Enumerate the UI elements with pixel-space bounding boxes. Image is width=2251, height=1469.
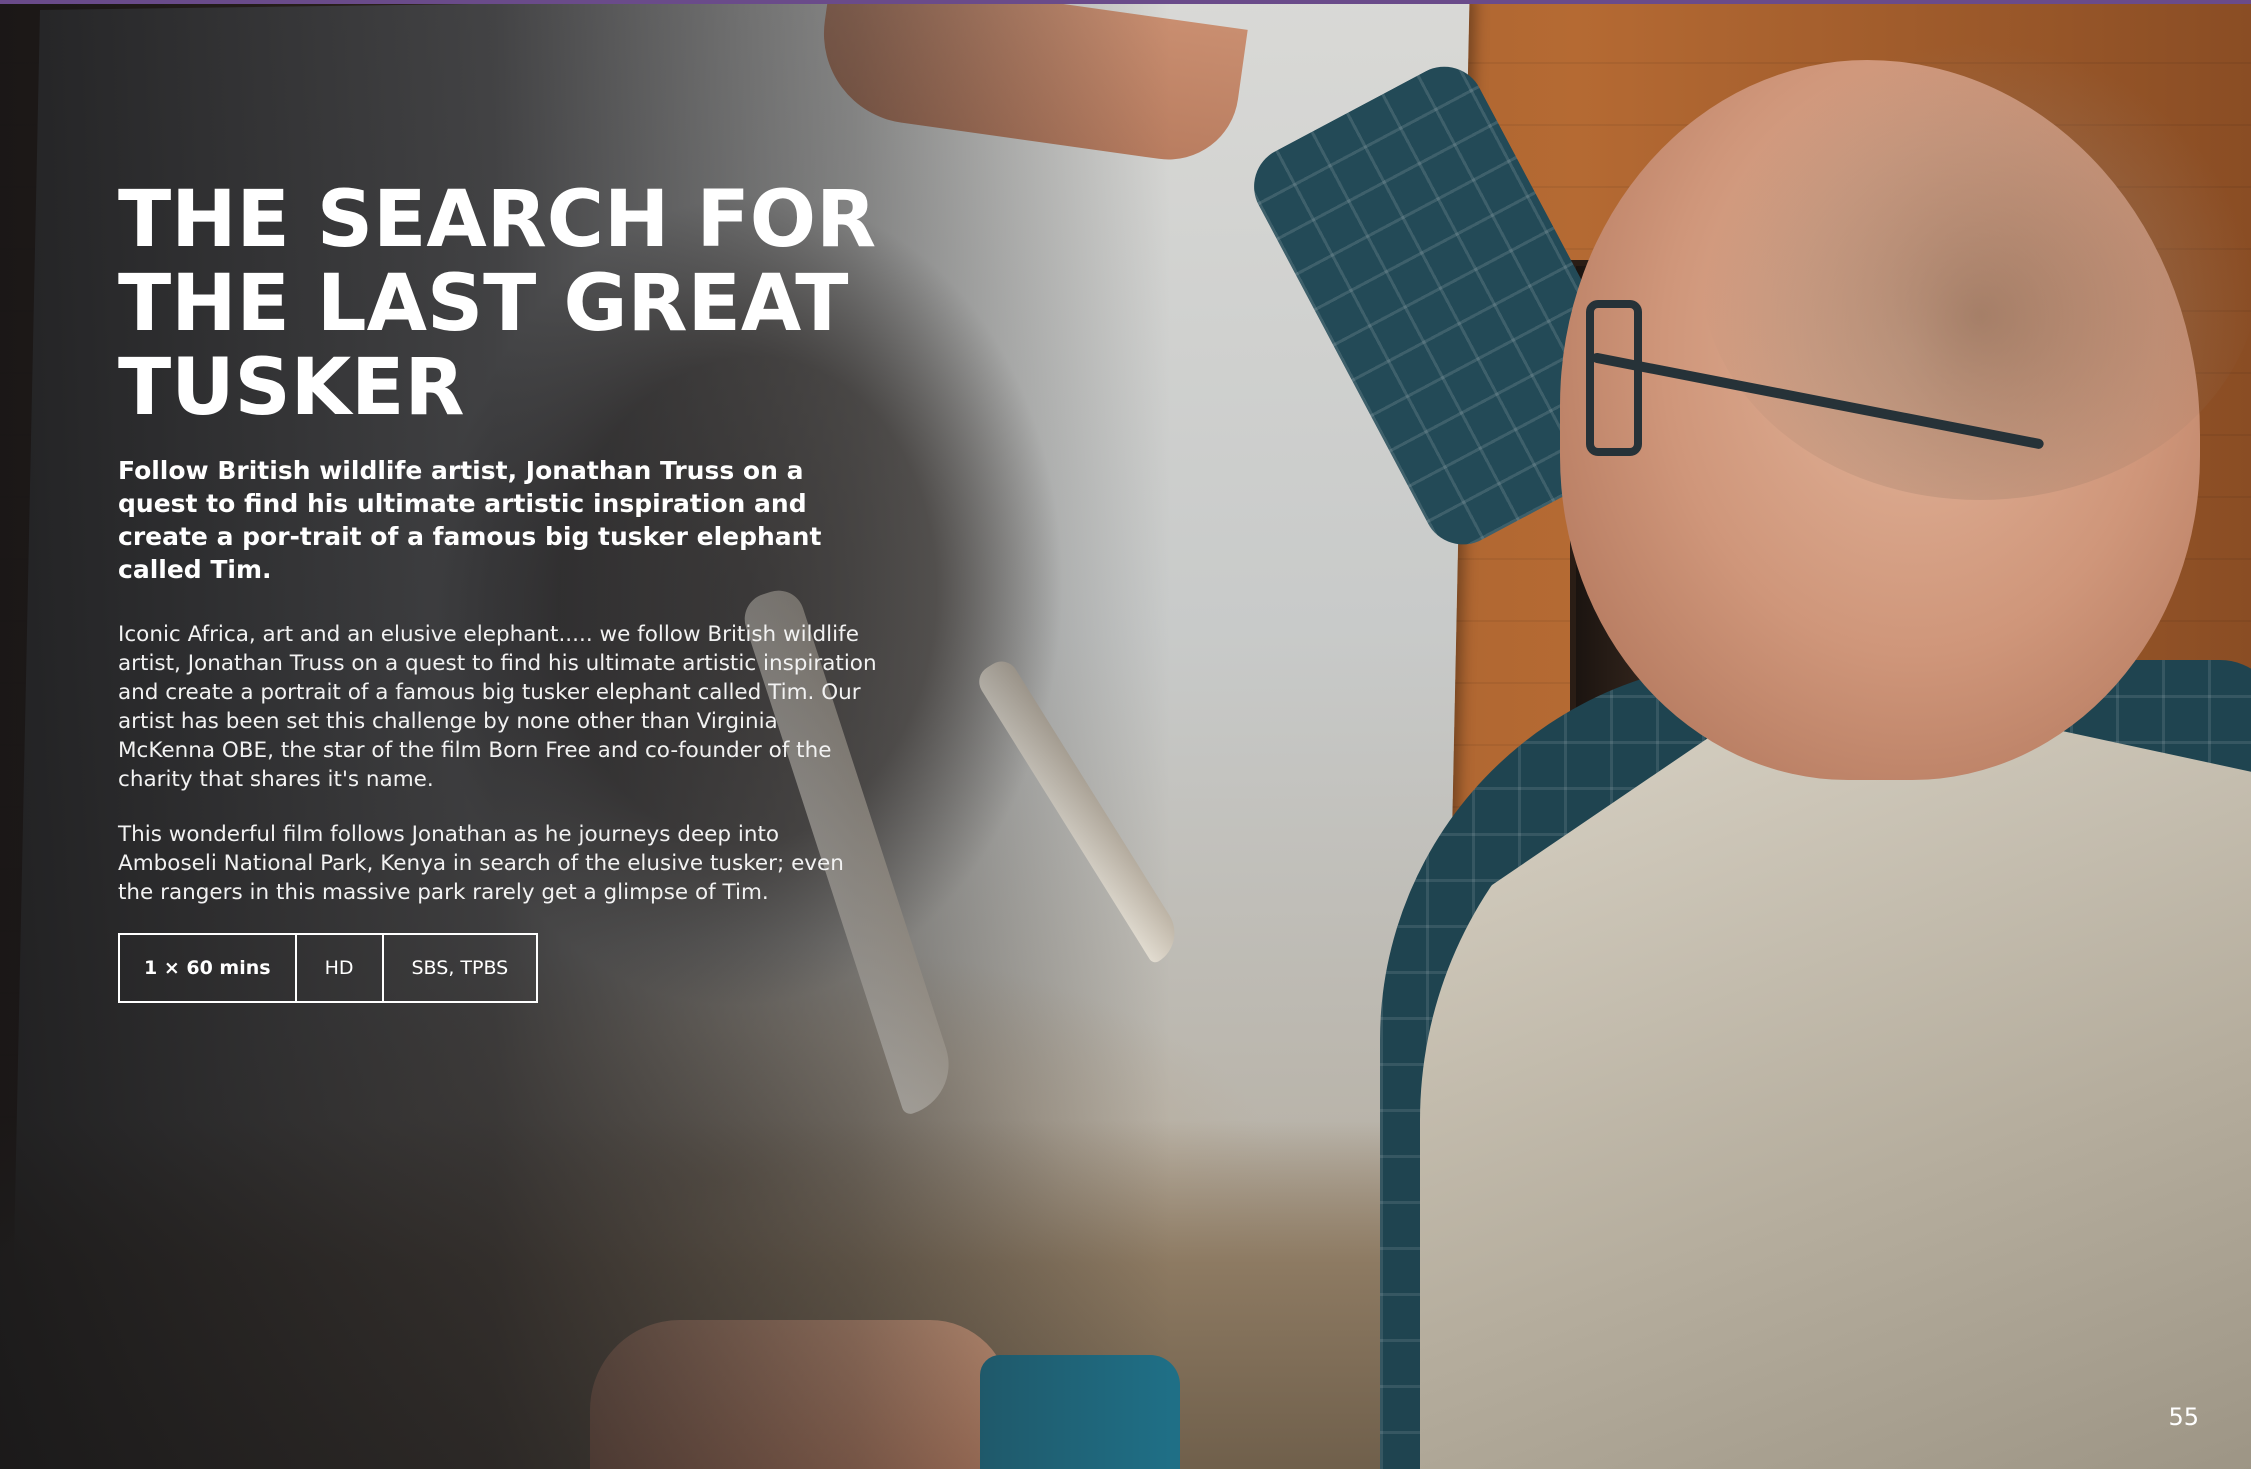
brochure-page: THE SEARCH FOR THE LAST GREAT TUSKER Fol… <box>0 0 2251 1469</box>
article-body: Iconic Africa, art and an elusive elepha… <box>118 620 878 907</box>
spec-broadcasters: SBS, TPBS <box>411 957 509 979</box>
top-accent-line <box>0 0 2251 4</box>
spec-format: HD <box>297 935 384 1001</box>
article-content: THE SEARCH FOR THE LAST GREAT TUSKER Fol… <box>118 178 878 1003</box>
article-paragraph: Iconic Africa, art and an elusive elepha… <box>118 622 877 792</box>
article-title: THE SEARCH FOR THE LAST GREAT TUSKER <box>118 175 877 433</box>
spec-duration: 1 × 60 mins <box>120 935 297 1001</box>
page-number: 55 <box>2168 1403 2199 1431</box>
programme-specs-box: 1 × 60 mins HD SBS, TPBS <box>118 933 539 1003</box>
article-paragraph: This wonderful film follows Jonathan as … <box>118 822 844 905</box>
article-subtitle: Follow British wildlife artist, Jonathan… <box>118 456 822 584</box>
